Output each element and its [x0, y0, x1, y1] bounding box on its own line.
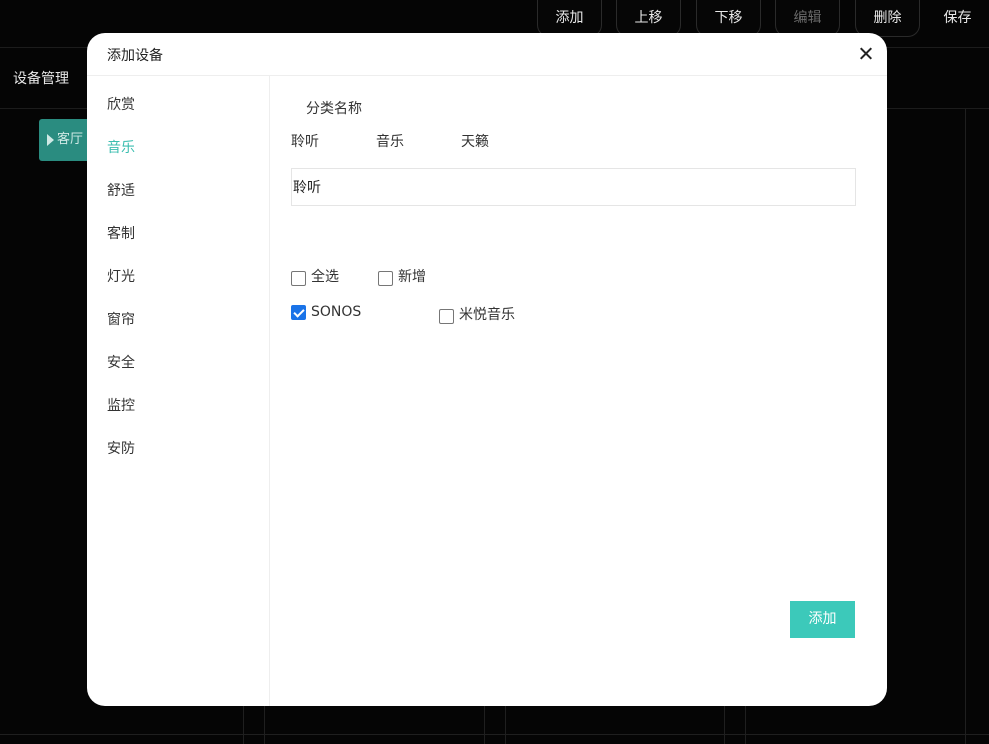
toolbar-move-down-button[interactable]: 下移 — [696, 0, 761, 37]
close-icon[interactable] — [855, 43, 877, 65]
category-sidebar: 欣赏 音乐 舒适 客制 灯光 窗帘 安全 监控 安防 — [87, 76, 270, 706]
room-button-label: 客厅 — [57, 132, 84, 147]
toolbar-add-button[interactable]: 添加 — [537, 0, 602, 37]
checkbox-icon[interactable] — [439, 309, 454, 324]
device-checkbox-sonos[interactable]: SONOS — [291, 304, 361, 320]
device-label: 米悦音乐 — [459, 307, 515, 323]
modal-title: 添加设备 — [107, 48, 163, 64]
toolbar-edit-button[interactable]: 编辑 — [775, 0, 840, 37]
bottom-divider — [0, 734, 989, 735]
column-divider — [965, 109, 966, 744]
name-tab-listen[interactable]: 聆听 — [291, 131, 319, 151]
sidebar-item-safety[interactable]: 安全 — [107, 352, 135, 372]
modal-header: 添加设备 — [87, 33, 887, 76]
sidebar-item-curtains[interactable]: 窗帘 — [107, 309, 135, 329]
checkbox-checked-icon[interactable] — [291, 305, 306, 320]
select-all-checkbox[interactable]: 全选 — [291, 266, 339, 286]
select-all-label: 全选 — [311, 269, 339, 285]
caret-right-icon — [47, 134, 54, 146]
device-label: SONOS — [311, 304, 362, 320]
sidebar-item-security[interactable]: 安防 — [107, 438, 135, 458]
category-name-label: 分类名称 — [306, 101, 362, 117]
checkbox-icon[interactable] — [291, 271, 306, 286]
section-title: 设备管理 — [13, 71, 69, 87]
sidebar-item-music[interactable]: 音乐 — [107, 137, 135, 157]
sidebar-item-lighting[interactable]: 灯光 — [107, 266, 135, 286]
new-checkbox[interactable]: 新增 — [378, 266, 426, 286]
sidebar-item-custom[interactable]: 客制 — [107, 223, 135, 243]
toolbar-save-button[interactable]: 保存 — [925, 0, 989, 37]
new-label: 新增 — [398, 269, 426, 285]
sidebar-item-monitoring[interactable]: 监控 — [107, 395, 135, 415]
name-tab-music[interactable]: 音乐 — [376, 131, 404, 151]
add-device-modal: 添加设备 欣赏 音乐 舒适 客制 灯光 窗帘 安全 监控 安防 分类名称 聆听 … — [87, 33, 887, 706]
name-tab-heavenly[interactable]: 天籁 — [461, 131, 489, 151]
sidebar-item-comfort[interactable]: 舒适 — [107, 180, 135, 200]
category-name-input[interactable] — [291, 168, 856, 206]
sidebar-item-appreciate[interactable]: 欣赏 — [107, 94, 135, 114]
device-checkbox-miyue[interactable]: 米悦音乐 — [439, 304, 515, 324]
toolbar-move-up-button[interactable]: 上移 — [616, 0, 681, 37]
toolbar-delete-button[interactable]: 删除 — [855, 0, 920, 37]
modal-content: 分类名称 聆听 音乐 天籁 全选 新增 SONOS 米悦音乐 添加 — [271, 76, 887, 706]
add-button[interactable]: 添加 — [790, 601, 855, 638]
checkbox-icon[interactable] — [378, 271, 393, 286]
